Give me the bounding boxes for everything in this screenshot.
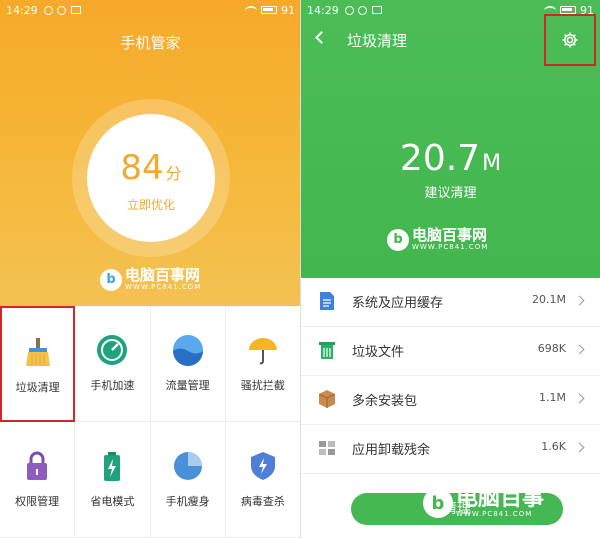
tool-label: 骚扰拦截 — [240, 379, 285, 392]
phone-manager-screen: 14:29 91 手机管家 84 分 立即优化 b 电脑百事网 WWW.PC841… — [0, 0, 301, 538]
traffic-icon — [172, 335, 203, 366]
watermark-url: WWW.PC841.COM — [412, 243, 489, 251]
tool-virus-scan[interactable]: 病毒查杀 — [225, 422, 301, 538]
image-icon — [371, 6, 382, 14]
battery-status-icon — [560, 6, 576, 14]
watermark-name: 电脑百事 — [456, 486, 545, 511]
tools-grid: 垃圾清理 手机加速 流量管理 骚扰拦截 权限管理 省电模式 手机瘦身 病毒查杀 — [0, 306, 301, 538]
status-time: 14:29 — [307, 3, 339, 17]
junk-size-label: 建议清理 — [424, 186, 477, 201]
tool-phone-speedup[interactable]: 手机加速 — [75, 306, 151, 422]
umbrella-icon — [248, 338, 277, 365]
junk-item-label: 垃圾文件 — [352, 345, 405, 360]
chevron-right-icon — [574, 344, 585, 355]
optimize-label: 立即优化 — [126, 198, 175, 212]
tool-label: 权限管理 — [15, 495, 60, 508]
junk-item-residue[interactable]: 应用卸载残余 1.6K — [301, 425, 600, 474]
chevron-right-icon — [574, 295, 585, 306]
document-icon — [320, 292, 334, 310]
tool-traffic-management[interactable]: 流量管理 — [150, 306, 226, 422]
lock-icon — [27, 451, 48, 480]
score-header: 14:29 91 手机管家 84 分 立即优化 b 电脑百事网 WWW.PC841… — [0, 0, 301, 306]
pie-icon — [173, 452, 202, 480]
status-bar: 14:29 91 — [0, 0, 301, 20]
tool-harassment-block[interactable]: 骚扰拦截 — [225, 306, 301, 422]
tool-power-saving[interactable]: 省电模式 — [75, 422, 151, 538]
tool-junk-clean[interactable]: 垃圾清理 — [0, 306, 76, 422]
page-title: 手机管家 — [120, 34, 181, 52]
junk-clean-screen: 14:29 91 垃圾清理 20.7M 建议清理 b 电脑百事网 WWW.PC8… — [301, 0, 600, 538]
back-arrow-icon[interactable] — [315, 31, 328, 44]
tool-label: 流量管理 — [165, 379, 210, 392]
junk-size: 20.7M — [399, 138, 502, 179]
gear-icon[interactable] — [561, 31, 579, 49]
junk-item-size: 20.1M — [532, 293, 566, 306]
battery-status-icon — [261, 6, 277, 14]
bottom-watermark: b 电脑百事 WWW.PC841.COM — [423, 488, 544, 518]
speedometer-icon — [97, 335, 128, 365]
image-icon — [70, 6, 81, 14]
shield-icon — [250, 452, 275, 480]
junk-item-files[interactable]: 垃圾文件 698K — [301, 327, 600, 376]
notification-icon — [43, 5, 53, 15]
optimize-button[interactable]: 84 分 立即优化 — [87, 114, 215, 242]
chevron-right-icon — [574, 393, 585, 404]
package-icon — [318, 390, 336, 408]
watermark-url: WWW.PC841.COM — [456, 510, 533, 518]
score-value: 84 分 — [120, 148, 182, 188]
watermark-name: 电脑百事网 — [125, 266, 201, 284]
tool-label: 病毒查杀 — [240, 495, 285, 508]
wifi-icon — [245, 5, 257, 15]
broom-icon — [25, 338, 50, 366]
watermark-logo: b — [387, 228, 409, 251]
clean-header: 14:29 91 垃圾清理 20.7M 建议清理 b 电脑百事网 WWW.PC8… — [301, 0, 600, 278]
battery-icon — [104, 452, 121, 481]
junk-item-size: 698K — [537, 342, 566, 355]
tool-phone-slimming[interactable]: 手机瘦身 — [150, 422, 226, 538]
junk-item-label: 多余安装包 — [352, 394, 418, 409]
trash-icon — [319, 342, 335, 359]
tool-label: 垃圾清理 — [15, 381, 60, 394]
junk-item-size: 1.6K — [541, 440, 566, 453]
junk-item-size: 1.1M — [539, 391, 566, 404]
watermark-url: WWW.PC841.COM — [125, 283, 202, 291]
battery-level: 91 — [281, 3, 295, 17]
tool-permission-management[interactable]: 权限管理 — [0, 422, 76, 538]
junk-item-cache[interactable]: 系统及应用缓存 20.1M — [301, 278, 600, 327]
watermark-name: 电脑百事网 — [412, 226, 488, 244]
watermark-logo: b — [423, 488, 453, 518]
tool-label: 手机加速 — [90, 379, 135, 392]
notification-icon — [344, 5, 354, 15]
residue-icon — [319, 441, 335, 455]
notification-icon — [56, 5, 66, 15]
junk-item-packages[interactable]: 多余安装包 1.1M — [301, 376, 600, 425]
junk-item-label: 系统及应用缓存 — [352, 296, 444, 311]
tool-label: 省电模式 — [90, 495, 135, 508]
notification-icon — [357, 5, 367, 15]
status-time: 14:29 — [6, 3, 38, 17]
watermark: b 电脑百事网 WWW.PC841.COM — [100, 268, 201, 291]
tool-label: 手机瘦身 — [165, 495, 210, 508]
watermark: b 电脑百事网 WWW.PC841.COM — [387, 228, 488, 251]
chevron-right-icon — [574, 442, 585, 453]
junk-item-label: 应用卸载残余 — [352, 443, 431, 458]
junk-list: 系统及应用缓存 20.1M 垃圾文件 698K 多余安装包 1.1M 应用卸载残… — [301, 278, 600, 474]
page-title: 垃圾清理 — [347, 32, 408, 50]
watermark-logo: b — [100, 268, 122, 291]
